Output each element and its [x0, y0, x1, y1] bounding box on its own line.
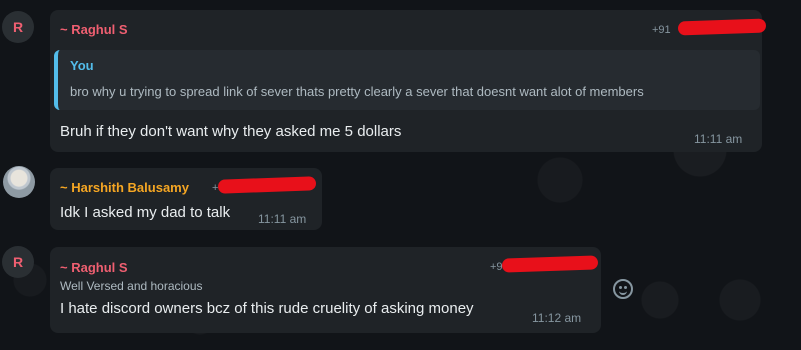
- sender-name[interactable]: ~ Raghul S: [60, 22, 128, 37]
- message-time: 11:12 am: [532, 311, 582, 325]
- sender-phone: +9: [490, 261, 503, 273]
- message-bubble[interactable]: ~ Harshith Balusamy +91 Idk I asked my d…: [50, 168, 322, 230]
- message-time: 11:11 am: [694, 132, 743, 146]
- redaction-mark: [677, 18, 767, 36]
- redaction-mark: [217, 176, 317, 194]
- sender-name[interactable]: ~ Harshith Balusamy: [60, 180, 189, 195]
- avatar[interactable]: R: [2, 11, 34, 43]
- message-text: Idk I asked my dad to talk: [60, 204, 231, 221]
- avatar-letter: R: [12, 254, 24, 270]
- quoted-message[interactable]: You bro why u trying to spread link of s…: [54, 50, 760, 110]
- message-bubble[interactable]: ~ Raghul S +9 Well Versed and horacious …: [50, 247, 601, 333]
- message-time: 11:11 am: [258, 212, 307, 226]
- sender-about: Well Versed and horacious: [60, 279, 203, 293]
- avatar-letter: R: [12, 19, 24, 35]
- quote-text: bro why u trying to spread link of sever…: [70, 84, 644, 99]
- avatar[interactable]: [3, 166, 35, 198]
- quote-author: You: [70, 58, 94, 73]
- emoji-smile-icon[interactable]: [613, 279, 633, 299]
- redaction-mark: [501, 255, 599, 273]
- sender-name[interactable]: ~ Raghul S: [60, 260, 128, 275]
- message-bubble[interactable]: ~ Raghul S +91 You bro why u trying to s…: [50, 10, 767, 152]
- avatar[interactable]: R: [2, 246, 34, 278]
- message-text: Bruh if they don't want why they asked m…: [60, 123, 402, 140]
- sender-phone: +91: [652, 24, 671, 36]
- message-text: I hate discord owners bcz of this rude c…: [60, 300, 474, 317]
- emoji-mouth: [619, 289, 627, 295]
